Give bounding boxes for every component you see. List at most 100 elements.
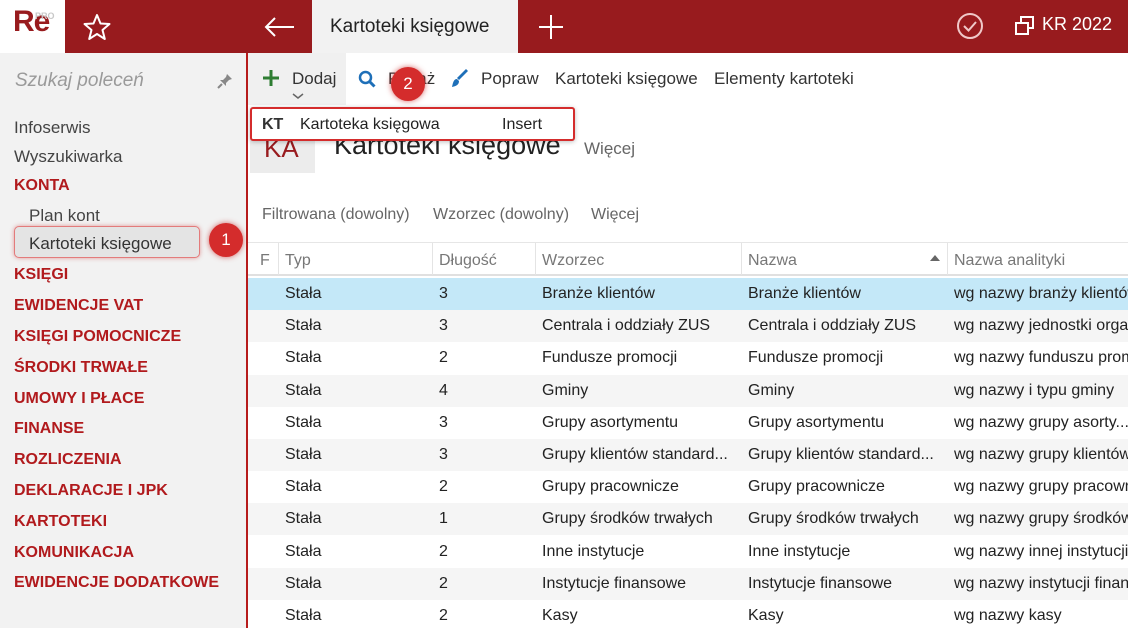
- ledgers-button[interactable]: Kartoteki księgowe: [555, 69, 698, 89]
- column-separator: [947, 243, 948, 275]
- table-cell: Fundusze promocji: [542, 349, 678, 367]
- table-cell: Centrala i oddziały ZUS: [748, 317, 917, 335]
- table-cell: Centrala i oddziały ZUS: [542, 317, 711, 335]
- table-cell: wg nazwy grupy asorty...: [954, 413, 1128, 431]
- table-row[interactable]: Stała 3 Branże klientów Branże klientów wg n…: [248, 278, 1128, 310]
- table-cell: Gminy: [542, 381, 589, 399]
- sidebar-item[interactable]: KSIĘGI: [14, 266, 68, 284]
- sidebar-item[interactable]: KARTOTEKI: [14, 513, 107, 531]
- add-plus-icon: [263, 70, 279, 86]
- table-row[interactable]: Stała 2 Fundusze promocji Fundusze promocji…: [248, 342, 1128, 374]
- dropdown-item-shortcut: Insert: [502, 116, 543, 133]
- table-cell: 2: [439, 607, 448, 624]
- company-label[interactable]: KR 2022: [1042, 14, 1112, 35]
- column-header-nazwa-analityki[interactable]: Nazwa analityki: [954, 252, 1065, 270]
- table-cell: wg nazwy i typu gminy: [954, 381, 1115, 399]
- sidebar-item[interactable]: KONTA: [14, 177, 70, 195]
- step-badge-1: 1: [209, 223, 243, 257]
- table-cell: 3: [439, 285, 448, 302]
- column-header-nazwa[interactable]: Nazwa: [748, 252, 797, 270]
- sidebar-item[interactable]: EWIDENCJE VAT: [14, 297, 143, 315]
- filter-pattern[interactable]: Wzorzec (dowolny): [433, 206, 569, 224]
- table-cell: Instytucje finansowe: [542, 574, 687, 592]
- table-row[interactable]: Stała 2 Kasy Kasy wg nazwy kasy: [248, 600, 1128, 632]
- table-cell: 4: [439, 381, 448, 399]
- table-row[interactable]: Stała 4 Gminy Gminy wg nazwy i typu gminy: [248, 374, 1128, 407]
- table-cell: 1: [439, 510, 448, 528]
- table-cell: 2: [439, 542, 448, 560]
- search-icon: [358, 70, 376, 88]
- add-button-label[interactable]: Dodaj: [292, 69, 336, 89]
- company-windows-icon[interactable]: [1014, 15, 1036, 37]
- table-cell: Stała: [285, 607, 322, 624]
- column-header-typ[interactable]: Typ: [285, 252, 311, 270]
- table-cell: Stała: [285, 413, 322, 431]
- filter-filtered[interactable]: Filtrowana (dowolny): [262, 206, 410, 224]
- table-cell: Grupy środków trwałych: [542, 510, 713, 528]
- sidebar-item[interactable]: Infoserwis: [14, 118, 91, 138]
- table-cell: Stała: [285, 446, 322, 463]
- sidebar-item[interactable]: Plan kont: [29, 206, 100, 226]
- table-cell: 3: [439, 446, 448, 463]
- command-search-input[interactable]: Szukaj poleceń: [15, 70, 144, 92]
- sidebar-item[interactable]: Wyszukiwarka: [14, 147, 122, 167]
- table-cell: Stała: [285, 574, 322, 592]
- column-header-f[interactable]: F: [260, 252, 270, 270]
- add-dropdown-item[interactable]: KT Kartoteka księgowa Insert: [250, 107, 575, 141]
- sidebar-item[interactable]: Kartoteki księgowe: [29, 234, 172, 254]
- table-cell: Kasy: [748, 607, 784, 624]
- tasks-check-icon[interactable]: [956, 12, 984, 40]
- table-row[interactable]: Stała 3 Grupy klientów standard... Grupy kl…: [248, 439, 1128, 471]
- table-row[interactable]: Stała 2 Instytucje finansowe Instytucje fin…: [248, 567, 1128, 600]
- sidebar-item[interactable]: KSIĘGI POMOCNICZE: [14, 328, 181, 346]
- sidebar-item[interactable]: ŚRODKI TRWAŁE: [14, 359, 148, 377]
- table-header: F Typ Długość Wzorzec Nazwa Nazwa analit…: [248, 242, 1128, 276]
- sidebar-item[interactable]: DEKLARACJE I JPK: [14, 482, 168, 500]
- column-header-dlugosc[interactable]: Długość: [439, 252, 497, 270]
- table-cell: Inne instytucje: [748, 542, 851, 560]
- sidebar-item[interactable]: FINANSE: [14, 420, 84, 438]
- table-row[interactable]: Stała 1 Grupy środków trwałych Grupy środkó…: [248, 503, 1128, 536]
- table-row[interactable]: Stała 2 Inne instytucje Inne instytucje wg n…: [248, 536, 1128, 568]
- table-cell: wg nazwy branży klientów: [954, 285, 1128, 302]
- table-cell: Stała: [285, 478, 322, 496]
- title-more-link[interactable]: Więcej: [584, 139, 635, 159]
- pin-icon[interactable]: [216, 72, 234, 90]
- favorites-star-icon[interactable]: [80, 10, 114, 44]
- table-cell: wg nazwy innej instytucji: [954, 542, 1128, 560]
- table-cell: Stała: [285, 285, 322, 302]
- elements-button[interactable]: Elementy kartoteki: [714, 69, 854, 89]
- column-separator: [535, 243, 536, 275]
- filter-more[interactable]: Więcej: [591, 206, 639, 224]
- dropdown-item-code: KT: [262, 116, 284, 133]
- table-cell: Branże klientów: [748, 285, 861, 302]
- edit-button[interactable]: Popraw: [481, 69, 539, 89]
- top-bar: Re PRO Kartoteki księgowe KR 2022: [0, 0, 1128, 53]
- table-cell: Stała: [285, 349, 322, 367]
- sidebar-item[interactable]: KOMUNIKACJA: [14, 544, 134, 562]
- column-separator: [432, 243, 433, 275]
- table-cell: Fundusze promocji: [748, 349, 884, 367]
- table-cell: wg nazwy grupy środków: [954, 510, 1128, 528]
- table-row[interactable]: Stała 3 Centrala i oddziały ZUS Centrala i …: [248, 310, 1128, 343]
- table-cell: 2: [439, 574, 448, 592]
- table-cell: Stała: [285, 542, 322, 560]
- sort-ascending-icon[interactable]: [930, 255, 940, 261]
- chevron-down-icon[interactable]: [292, 92, 304, 100]
- back-arrow-icon[interactable]: [260, 10, 300, 44]
- table-cell: wg nazwy funduszu promocji: [954, 349, 1128, 367]
- sidebar-item[interactable]: UMOWY I PŁACE: [14, 390, 144, 408]
- table-cell: Grupy środków trwałych: [748, 510, 919, 528]
- new-tab-plus-icon[interactable]: [534, 10, 568, 44]
- sidebar-item[interactable]: EWIDENCJE DODATKOWE: [14, 574, 219, 592]
- table-row[interactable]: Stała 3 Grupy asortymentu Grupy asortymentu…: [248, 407, 1128, 439]
- sidebar-item[interactable]: ROZLICZENIA: [14, 451, 122, 469]
- app-logo[interactable]: Re PRO: [0, 0, 65, 53]
- column-header-wzorzec[interactable]: Wzorzec: [542, 252, 604, 270]
- tab-kartoteki-ksiegowe[interactable]: Kartoteki księgowe: [312, 0, 518, 53]
- table-row[interactable]: Stała 2 Grupy pracownicze Grupy pracownicze…: [248, 471, 1128, 503]
- table-cell: Grupy pracownicze: [748, 478, 885, 496]
- table-cell: Grupy pracownicze: [542, 478, 679, 496]
- table-cell: Instytucje finansowe: [748, 574, 893, 592]
- table-cell: 2: [439, 349, 448, 367]
